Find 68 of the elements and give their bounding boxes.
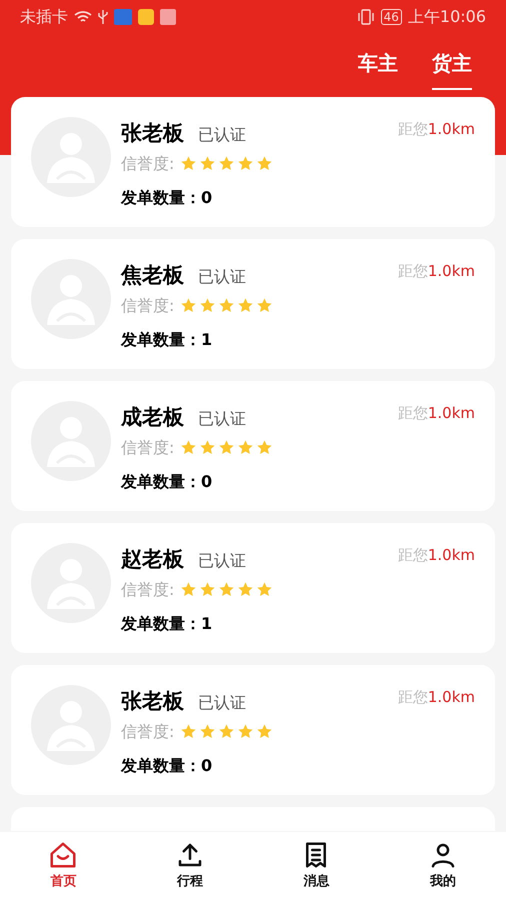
nav-tab[interactable]: 行程 bbox=[126, 832, 253, 900]
tab[interactable]: 货主 bbox=[432, 48, 472, 90]
order-count: 发单数量：1 bbox=[121, 612, 214, 634]
nav-tab[interactable]: 我的 bbox=[380, 832, 506, 900]
star-icon bbox=[180, 297, 198, 314]
star-icon bbox=[256, 581, 274, 598]
credit-label: 信誉度: bbox=[121, 578, 174, 600]
star-icon bbox=[180, 581, 198, 598]
owner-name: 焦老板 bbox=[121, 262, 184, 289]
order-count: 发单数量：0 bbox=[121, 470, 214, 492]
verified-label: 已认证 bbox=[198, 266, 246, 288]
owner-card[interactable]: 张老板 已认证 距您1.0km 信誉度: 发单数量：0 bbox=[11, 97, 495, 227]
owner-card[interactable]: 成老板 已认证 距您1.0km 信誉度: 发单数量：0 bbox=[11, 381, 495, 511]
credit-label: 信誉度: bbox=[121, 294, 174, 316]
star-icon bbox=[218, 155, 236, 172]
owner-card[interactable]: 焦老板 已认证 距您1.0km 信誉度: 发单数量：1 bbox=[11, 239, 495, 369]
star-icon bbox=[180, 439, 198, 456]
verified-label: 已认证 bbox=[198, 124, 246, 146]
distance-text: 距您1.0km bbox=[398, 403, 475, 424]
owner-card[interactable]: 张老板 已认证 距您1.0km 信誉度: 发单数量：0 bbox=[11, 665, 495, 795]
wifi-icon bbox=[74, 10, 92, 24]
star-icon bbox=[256, 297, 274, 314]
owner-name: 成老板 bbox=[121, 404, 184, 431]
nav-tab[interactable]: 消息 bbox=[253, 832, 380, 900]
home-icon bbox=[48, 840, 78, 870]
distance-text: 距您1.0km bbox=[398, 261, 475, 282]
distance-text: 距您1.0km bbox=[398, 119, 475, 140]
time-text: 上午10:06 bbox=[408, 6, 486, 28]
star-icon bbox=[199, 439, 216, 456]
distance-text: 距您1.0km bbox=[398, 687, 475, 708]
carrier-text: 未插卡 bbox=[20, 6, 68, 28]
usb-icon bbox=[98, 9, 108, 25]
credit-label: 信誉度: bbox=[121, 720, 174, 742]
verified-label: 已认证 bbox=[198, 550, 246, 572]
star-icon bbox=[199, 155, 216, 172]
owner-name: 张老板 bbox=[121, 688, 184, 715]
verified-label: 已认证 bbox=[198, 408, 246, 430]
star-icon bbox=[256, 723, 274, 740]
order-count: 发单数量：0 bbox=[121, 754, 214, 776]
star-icon bbox=[180, 723, 198, 740]
nav-tab[interactable]: 首页 bbox=[0, 832, 126, 900]
order-count: 发单数量：0 bbox=[121, 186, 214, 208]
star-icon bbox=[199, 297, 216, 314]
owner-name: 张老板 bbox=[121, 120, 184, 147]
star-icon bbox=[199, 723, 216, 740]
verified-label: 已认证 bbox=[198, 692, 246, 714]
star-icon bbox=[218, 439, 236, 456]
tab[interactable]: 车主 bbox=[358, 48, 398, 90]
star-icon bbox=[256, 155, 274, 172]
star-icon bbox=[218, 581, 236, 598]
credit-label: 信誉度: bbox=[121, 152, 174, 174]
owner-card[interactable]: 赵老板 已认证 距您1.0km 信誉度: 发单数量：1 bbox=[11, 523, 495, 653]
star-icon bbox=[256, 439, 274, 456]
distance-text: 距您1.0km bbox=[398, 545, 475, 566]
credit-label: 信誉度: bbox=[121, 436, 174, 458]
battery-indicator: 46 bbox=[380, 9, 402, 25]
vibrate-icon bbox=[356, 9, 375, 25]
star-icon bbox=[180, 155, 198, 172]
star-icon bbox=[218, 297, 236, 314]
star-icon bbox=[237, 297, 254, 314]
star-icon bbox=[237, 723, 254, 740]
star-icon bbox=[199, 581, 216, 598]
star-icon bbox=[218, 723, 236, 740]
star-icon bbox=[237, 155, 254, 172]
owner-name: 赵老板 bbox=[121, 546, 184, 573]
star-icon bbox=[237, 439, 254, 456]
order-count: 发单数量：1 bbox=[121, 328, 214, 350]
star-icon bbox=[237, 581, 254, 598]
